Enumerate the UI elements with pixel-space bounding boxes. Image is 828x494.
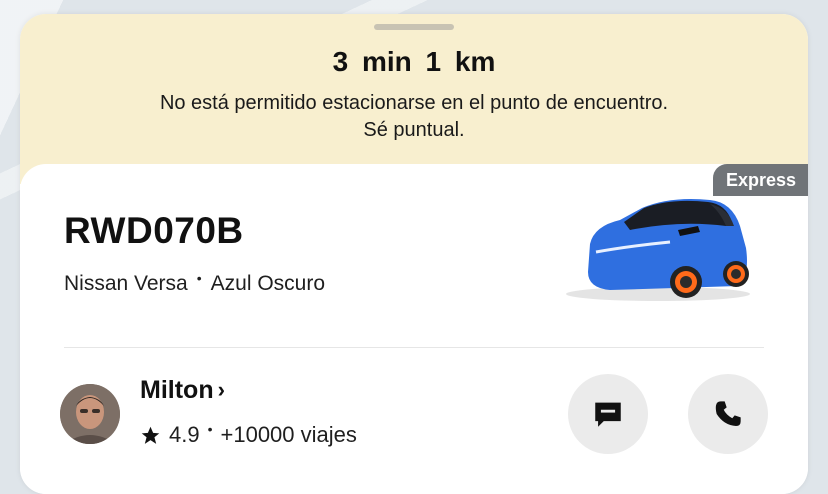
driver-trips: +10000 viajes [220,422,357,447]
pickup-notice: No está permitido estacionarse en el pun… [20,90,808,144]
call-button[interactable] [688,374,768,454]
divider [64,347,764,348]
message-button[interactable] [568,374,648,454]
message-icon [595,402,621,427]
separator-dot: • [196,270,202,286]
vehicle-description: Nissan Versa • Azul Oscuro [64,270,326,296]
driver-name: Milton [140,376,214,404]
notice-line-1: No está permitido estacionarse en el pun… [159,92,669,114]
driver-name-link[interactable]: Milton › [140,376,225,405]
trip-sheet[interactable]: 3 min 1 km No está permitido estacionars… [20,14,808,494]
eta-text: 3 min 1 km [332,46,496,77]
driver-card: Express RWD070B Nissan Versa • Azul Oscu… [20,164,808,494]
license-plate: RWD070B [64,210,244,251]
eta-banner: 3 min 1 km No está permitido estacionars… [20,14,808,184]
driver-photo [60,384,120,444]
driver-avatar[interactable] [60,384,120,444]
car-image [566,199,750,301]
driver-stats: 4.9 • +10000 viajes [140,421,357,448]
separator-dot: • [207,421,213,437]
drag-handle[interactable] [374,24,454,30]
notice-line-2: Sé puntual. [363,119,465,141]
vehicle-color: Azul Oscuro [210,272,326,295]
chevron-right-icon: › [217,376,225,402]
star-icon [141,426,160,444]
phone-icon [715,401,741,426]
vehicle-model: Nissan Versa [64,272,188,295]
driver-rating: 4.9 [169,422,200,447]
